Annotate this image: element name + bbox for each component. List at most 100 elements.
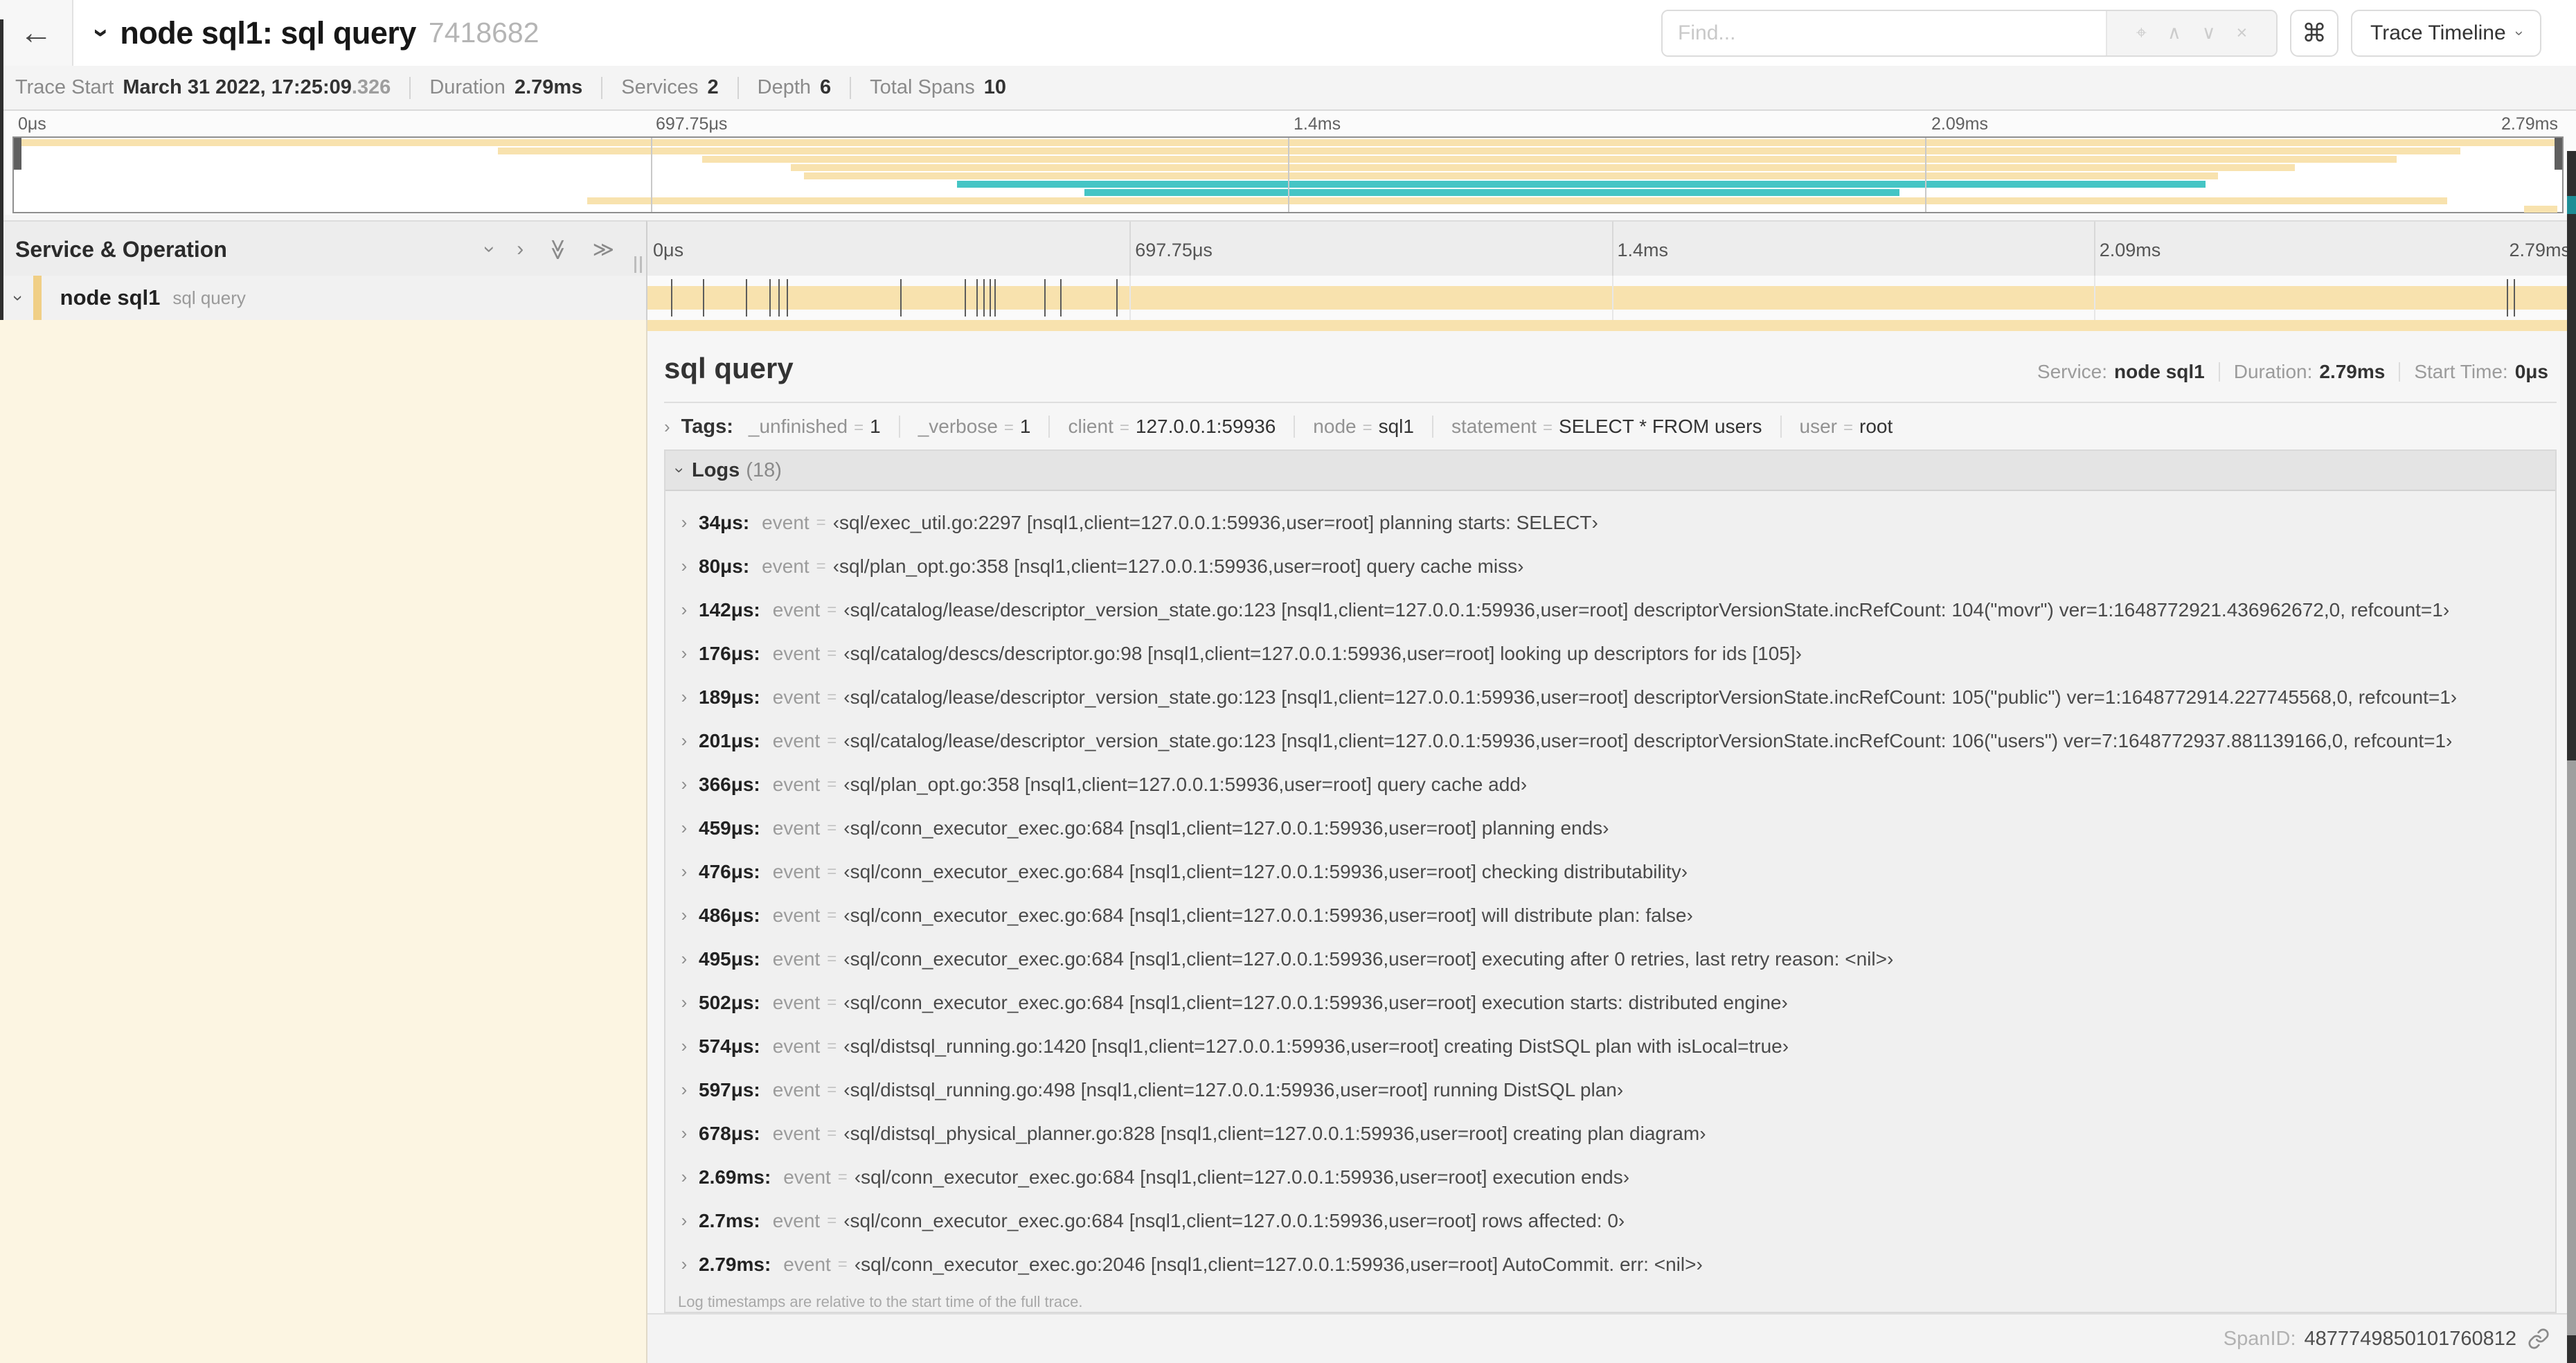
logs-accordion-header[interactable]: › Logs (18) — [665, 451, 2555, 491]
span-detail-left-accent-column — [0, 320, 646, 1363]
chevron-right-icon[interactable]: › — [675, 1166, 693, 1188]
find-input[interactable] — [1663, 10, 2107, 55]
keyboard-shortcuts-button[interactable]: ⌘ — [2290, 9, 2339, 57]
chevron-right-icon[interactable]: › — [675, 555, 693, 577]
chevron-down-icon[interactable]: › — [670, 467, 689, 473]
log-entry-row[interactable]: › 597μs: event = ‹sql/distsql_running.go… — [675, 1068, 2548, 1112]
log-field-key: event — [783, 1253, 831, 1275]
log-marker — [1059, 279, 1062, 317]
log-entry-row[interactable]: › 574μs: event = ‹sql/distsql_running.go… — [675, 1024, 2548, 1068]
log-entry-row[interactable]: › 201μs: event = ‹sql/catalog/lease/desc… — [675, 719, 2548, 763]
span-detail-section: sql query Service: node sql1 Duration: 2… — [0, 320, 2576, 1363]
chevron-right-icon[interactable]: › — [675, 861, 693, 882]
window-left-edge — [0, 19, 3, 320]
chevron-right-icon[interactable]: › — [675, 1079, 693, 1101]
tag-item[interactable]: _unfinished = 1 — [749, 416, 900, 438]
chevron-right-icon[interactable]: › — [675, 686, 693, 708]
timeline-gridline — [1129, 222, 1132, 277]
tag-key: node — [1313, 416, 1357, 437]
chevron-right-icon[interactable]: › — [675, 905, 693, 926]
collapse-all-icon[interactable]: ≫ — [546, 238, 570, 260]
trace-view-dropdown[interactable]: Trace Timeline › — [2351, 9, 2541, 57]
log-entry-row[interactable]: › 502μs: event = ‹sql/conn_executor_exec… — [675, 981, 2548, 1024]
trace-title-group[interactable]: › node sql1: sql query 7418682 — [87, 15, 539, 51]
find-clear-icon[interactable]: × — [2237, 22, 2248, 44]
log-field-value: ‹sql/conn_executor_exec.go:684 [nsql1,cl… — [843, 947, 1894, 970]
log-equals: = — [827, 731, 837, 750]
chevron-right-icon[interactable]: › — [675, 730, 693, 751]
chevron-right-icon[interactable]: › — [675, 512, 693, 533]
back-button[interactable]: ← — [0, 0, 73, 66]
span-link-icon[interactable] — [2528, 1328, 2550, 1350]
log-entry-row[interactable]: › 189μs: event = ‹sql/catalog/lease/desc… — [675, 675, 2548, 719]
tag-item[interactable]: statement = SELECT * FROM users — [1451, 416, 1782, 438]
chevron-right-icon[interactable]: › — [675, 817, 693, 839]
tag-equals: = — [1362, 418, 1372, 437]
log-entry-row[interactable]: › 2.69ms: event = ‹sql/conn_executor_exe… — [675, 1155, 2548, 1199]
duration-label: Duration: — [2233, 361, 2313, 382]
summary-value: 2.79ms — [514, 76, 583, 98]
tags-accordion[interactable]: › Tags: _unfinished = 1 _verbose = 1 cli… — [647, 403, 2576, 449]
chevron-right-icon[interactable]: › — [664, 416, 670, 438]
log-field-key: event — [772, 904, 821, 926]
chevron-right-icon[interactable]: › — [675, 1210, 693, 1231]
minimap-canvas[interactable] — [12, 136, 2564, 213]
minimap-span-bar — [498, 148, 2460, 154]
find-prev-icon[interactable]: ∧ — [2167, 22, 2181, 44]
expand-all-icon[interactable]: ≫ — [593, 238, 614, 262]
chevron-right-icon[interactable]: › — [675, 1035, 693, 1057]
timeline-tick-label: 697.75μs — [656, 114, 728, 134]
log-entry-row[interactable]: › 34μs: event = ‹sql/exec_util.go:2297 [… — [675, 501, 2548, 544]
log-entry-row[interactable]: › 2.7ms: event = ‹sql/conn_executor_exec… — [675, 1199, 2548, 1242]
column-resizer-grip[interactable] — [634, 256, 642, 273]
span-row-timeline[interactable] — [646, 276, 2576, 321]
log-entry-row[interactable]: › 459μs: event = ‹sql/conn_executor_exec… — [675, 806, 2548, 850]
expand-one-icon[interactable]: › — [517, 238, 524, 261]
log-timestamp: 574μs: — [699, 1035, 760, 1057]
chevron-right-icon[interactable]: › — [675, 1254, 693, 1275]
timeline-tick-label: 697.75μs — [1135, 240, 1213, 260]
log-equals: = — [827, 600, 837, 619]
log-entry-row[interactable]: › 176μs: event = ‹sql/catalog/descs/desc… — [675, 632, 2548, 675]
tag-item[interactable]: _verbose = 1 — [918, 416, 1050, 438]
chevron-right-icon[interactable]: › — [675, 774, 693, 795]
minimap-span-bar — [2523, 206, 2557, 213]
log-entry-row[interactable]: › 678μs: event = ‹sql/distsql_physical_p… — [675, 1112, 2548, 1155]
log-entry-row[interactable]: › 366μs: event = ‹sql/plan_opt.go:358 [n… — [675, 763, 2548, 806]
log-entry-row[interactable]: › 495μs: event = ‹sql/conn_executor_exec… — [675, 937, 2548, 981]
span-operation-name: sql query — [172, 287, 246, 308]
tag-item[interactable]: node = sql1 — [1313, 416, 1433, 438]
tag-item[interactable]: client = 127.0.0.1:59936 — [1068, 416, 1296, 438]
chevron-right-icon[interactable]: › — [675, 948, 693, 970]
tag-item[interactable]: user = root — [1800, 416, 1911, 438]
minimap-left-drag-handle[interactable] — [14, 138, 21, 170]
find-next-icon[interactable]: ∨ — [2202, 22, 2216, 44]
log-entry-row[interactable]: › 476μs: event = ‹sql/conn_executor_exec… — [675, 850, 2548, 893]
window-right-scrollbar[interactable] — [2567, 151, 2576, 1363]
span-row[interactable]: › node sql1 sql query — [0, 276, 2576, 321]
start-time-value: 0μs — [2514, 361, 2548, 382]
summary-value: 10 — [983, 76, 1006, 98]
chevron-down-icon[interactable]: › — [86, 28, 117, 37]
log-timestamp: 176μs: — [699, 642, 760, 664]
chevron-down-icon[interactable]: › — [8, 295, 29, 301]
log-timestamp: 2.7ms: — [699, 1209, 760, 1231]
span-service-name: node sql1 — [60, 285, 161, 310]
span-row-name-column[interactable]: › node sql1 sql query — [0, 276, 646, 321]
log-entry-row[interactable]: › 80μs: event = ‹sql/plan_opt.go:358 [ns… — [675, 544, 2548, 588]
log-entry-row[interactable]: › 142μs: event = ‹sql/catalog/lease/desc… — [675, 588, 2548, 632]
minimap-right-drag-handle[interactable] — [2555, 138, 2562, 170]
log-equals: = — [837, 1254, 848, 1274]
chevron-right-icon[interactable]: › — [675, 992, 693, 1013]
log-entry-row[interactable]: › 2.79ms: event = ‹sql/conn_executor_exe… — [675, 1242, 2548, 1286]
match-target-icon[interactable]: ⌖ — [2136, 22, 2147, 44]
log-equals: = — [827, 862, 837, 881]
spanid-value: 4877749850101760812 — [2304, 1327, 2516, 1350]
chevron-right-icon[interactable]: › — [675, 1123, 693, 1144]
timeline-tick-label: 2.09ms — [2099, 240, 2161, 260]
chevron-right-icon[interactable]: › — [675, 599, 693, 621]
span-table-header: Service & Operation › › ≫ ≫ 0μs 697.75μs 1… — [0, 220, 2576, 278]
log-entry-row[interactable]: › 486μs: event = ‹sql/conn_executor_exec… — [675, 893, 2548, 937]
chevron-right-icon[interactable]: › — [675, 643, 693, 664]
collapse-one-icon[interactable]: › — [478, 246, 501, 253]
